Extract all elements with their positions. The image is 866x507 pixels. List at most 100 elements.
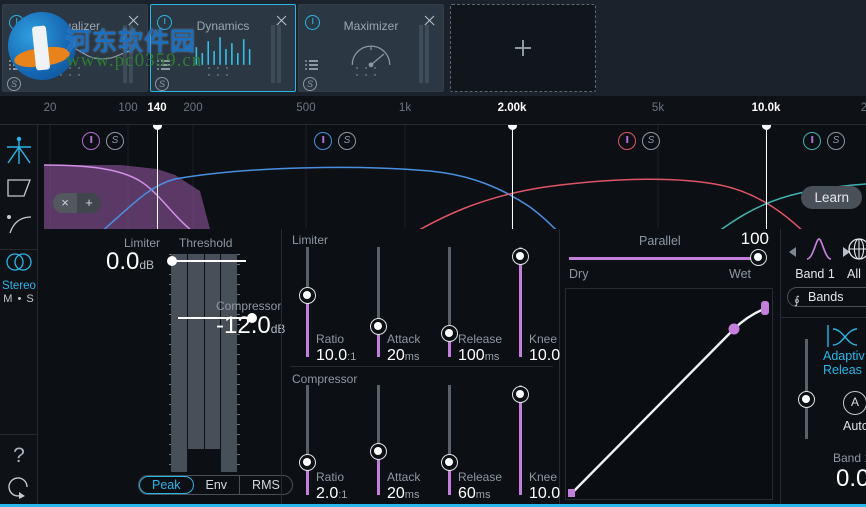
curve-node-knee (728, 323, 740, 335)
band-solo-button[interactable]: S (827, 132, 845, 150)
crossover-icon[interactable] (0, 133, 38, 169)
detection-mode-peak[interactable]: Peak (139, 476, 194, 494)
detection-mode-group: Peak Env RMS (138, 475, 293, 495)
band-curves (43, 125, 866, 229)
drag-handle[interactable] (356, 67, 386, 79)
module-card-equalizer[interactable]: Equalizer S (2, 4, 148, 92)
crossover-display[interactable]: S S S S × + Learn (0, 125, 866, 229)
compressor-ratio-value[interactable]: 2.0:1 (316, 485, 347, 503)
band-gain-value[interactable]: 0.0dB (836, 465, 866, 493)
slider-handle[interactable] (441, 325, 458, 342)
band-gain-slider-handle[interactable] (798, 391, 815, 408)
detection-mode-env[interactable]: Env (194, 476, 241, 494)
limiter-release-value[interactable]: 100ms (458, 347, 499, 365)
slider-handle[interactable] (512, 248, 529, 265)
solo-button[interactable]: S (155, 77, 169, 91)
limiter-threshold-line[interactable] (167, 256, 246, 266)
slider-handle[interactable] (441, 454, 458, 471)
stereo-label[interactable]: Stereo (0, 280, 38, 292)
module-chain: Equalizer S Dynamics S Maximizer S 河东软件园… (0, 0, 866, 96)
add-module-slot[interactable] (450, 4, 596, 92)
slider-handle[interactable] (299, 454, 316, 471)
link-icon: ∮ (794, 295, 800, 307)
slider-handle[interactable] (370, 318, 387, 335)
slider-fill (519, 394, 522, 495)
slider-handle[interactable] (512, 386, 529, 403)
chevron-left-icon[interactable] (789, 247, 796, 257)
parallel-and-curve-panel: Parallel 100 Dry Wet (561, 229, 779, 505)
compressor-knee-value[interactable]: 10.0 (529, 485, 560, 503)
drag-handle[interactable] (60, 67, 90, 79)
wet-label: Wet (729, 267, 751, 281)
compressor-release-value[interactable]: 60ms (458, 485, 490, 503)
limiter-knee-value[interactable]: 10.0 (529, 347, 560, 365)
band-shape-icon[interactable] (0, 169, 38, 205)
learn-button[interactable]: Learn (801, 186, 862, 209)
adaptive-release-label[interactable]: Adaptiv Releas (823, 349, 866, 377)
band-gain-label: Band 1 G (833, 451, 866, 465)
globe-icon[interactable] (847, 237, 866, 261)
all-bands-label[interactable]: All (847, 267, 861, 281)
parallel-value[interactable]: 100 (741, 229, 769, 249)
transfer-curve-graph[interactable] (565, 288, 773, 500)
module-meter (123, 25, 137, 83)
module-card-dynamics[interactable]: Dynamics S (150, 4, 296, 92)
limiter-ratio-label: Ratio (316, 332, 345, 346)
module-meter (271, 25, 285, 83)
transfer-curve (568, 301, 769, 497)
compressor-label: Compressor (216, 299, 282, 313)
compressor-attack-label: Attack (387, 470, 421, 484)
parallel-slider-handle[interactable] (750, 249, 767, 266)
compressor-knee-label: Knee (529, 470, 558, 484)
band-solo-button[interactable]: S (106, 132, 124, 150)
crossover-handle-2000[interactable] (508, 125, 517, 229)
limiter-attack-value[interactable]: 20ms (387, 347, 419, 365)
band-selector-label[interactable]: Band 1 (787, 267, 843, 281)
band-peak-icon (806, 238, 832, 260)
limiter-knee-label: Knee (529, 332, 558, 346)
slider-handle[interactable] (299, 287, 316, 304)
slider-fill (519, 256, 522, 357)
ruler-tick: 100 (118, 102, 138, 114)
band-bypass-button[interactable] (618, 132, 636, 150)
parallel-label: Parallel (639, 234, 681, 248)
solo-button[interactable]: S (7, 77, 21, 91)
detection-curve-icon[interactable] (0, 205, 38, 241)
limiter-threshold-value[interactable]: 0.0dB (106, 248, 154, 276)
stereo-link-icon[interactable] (0, 251, 38, 273)
limiter-threshold-handle[interactable] (167, 256, 177, 266)
rail-bottom-group: ? (0, 434, 38, 505)
remove-band-button[interactable]: × (53, 193, 77, 213)
preset-list-icon[interactable] (305, 59, 318, 71)
left-toolbar: Stereo M • S ? (0, 125, 38, 505)
band-solo-button[interactable]: S (642, 132, 660, 150)
help-button[interactable]: ? (0, 443, 38, 469)
module-card-maximizer[interactable]: Maximizer S (298, 4, 444, 92)
band-bypass-button[interactable] (314, 132, 332, 150)
crossover-handle-140[interactable] (153, 125, 162, 229)
ruler-tick: 1k (398, 102, 412, 114)
parallel-slider-track[interactable] (569, 257, 765, 260)
mid-side-label[interactable]: M • S (0, 293, 38, 305)
compressor-threshold-value[interactable]: -12.0dB (216, 312, 285, 340)
threshold-panel: Limiter Threshold 0.0dB Compressor -12.0… (38, 229, 293, 505)
auto-gain-button[interactable]: A (843, 391, 866, 415)
band-bypass-button[interactable] (82, 132, 100, 150)
preset-list-icon[interactable] (157, 59, 170, 71)
band-bypass-button[interactable] (803, 132, 821, 150)
preset-list-icon[interactable] (9, 59, 22, 71)
view-mode-group (0, 125, 37, 250)
slider-handle[interactable] (370, 443, 387, 460)
limiter-ratio-value[interactable]: 10.0:1 (316, 347, 356, 365)
reset-icon[interactable] (0, 469, 38, 505)
crossover-handle-10000[interactable] (762, 125, 771, 229)
add-band-button[interactable]: + (77, 193, 101, 213)
compressor-attack-value[interactable]: 20ms (387, 485, 419, 503)
dynamics-sliders-panel: Limiter Ratio 10.0:1 Attack 20ms Release… (281, 229, 560, 505)
drag-handle[interactable] (208, 67, 238, 79)
link-bands-button[interactable]: ∮ Bands (787, 287, 866, 307)
band-solo-button[interactable]: S (338, 132, 356, 150)
band-gain-slider-track[interactable] (805, 339, 808, 439)
band-edit-buttons: × + (53, 193, 101, 213)
solo-button[interactable]: S (303, 77, 317, 91)
